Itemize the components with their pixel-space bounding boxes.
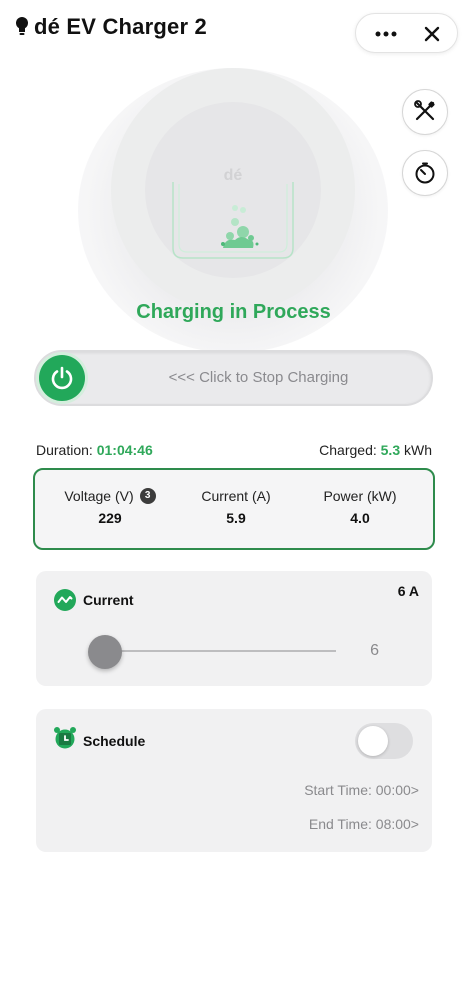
wrench-screwdriver-icon	[414, 100, 435, 121]
charged: Charged: 5.3 kWh	[319, 442, 432, 458]
charging-status: Charging in Process	[136, 301, 331, 323]
title-wrap: dé EV Charger 2	[14, 14, 207, 40]
stop-knob[interactable]	[39, 355, 85, 401]
schedule-toggle[interactable]	[355, 723, 413, 759]
voltage-label: Voltage (V)	[64, 488, 134, 504]
charged-unit: kWh	[404, 442, 432, 458]
current-slider-thumb[interactable]	[88, 635, 122, 669]
metric-label: Voltage (V) 3	[43, 488, 177, 504]
schedule-card: Schedule Start Time: 00:00> End Time: 08…	[36, 709, 432, 852]
close-button[interactable]	[412, 20, 452, 48]
phase-badge[interactable]: 3	[139, 488, 156, 504]
timer-button[interactable]	[402, 150, 448, 196]
stop-charging-slider[interactable]: <<< Click to Stop Charging	[34, 350, 433, 406]
duration-label: Duration:	[36, 442, 93, 458]
power-icon	[51, 366, 73, 390]
charger-illustration: dé	[172, 167, 294, 259]
tools-button[interactable]	[402, 89, 448, 135]
lightbulb-icon	[16, 17, 28, 35]
metric-current: Current (A) 5.9	[169, 488, 303, 526]
current-label: Current (A)	[201, 488, 271, 504]
power-value: 4.0	[350, 510, 370, 526]
charged-label: Charged:	[319, 442, 377, 458]
metric-voltage: Voltage (V) 3 229	[43, 488, 177, 526]
more-button[interactable]	[366, 20, 406, 48]
current-slider-track[interactable]	[106, 650, 336, 652]
current-card: Current 6 A 6	[36, 571, 432, 686]
metric-power: Power (kW) 4.0	[293, 488, 427, 526]
current-readout: 6 A	[397, 583, 419, 599]
end-time-row[interactable]: End Time: 08:00>	[309, 816, 419, 832]
start-time-row[interactable]: Start Time: 00:00>	[304, 782, 419, 798]
hero-logo: dé	[224, 167, 243, 184]
power-label: Power (kW)	[323, 488, 397, 504]
app-title: dé EV Charger 2	[34, 14, 207, 39]
timer-icon	[415, 162, 435, 184]
charged-value: 5.3	[380, 442, 401, 458]
header: dé EV Charger 2	[0, 0, 467, 60]
duration-value: 01:04:46	[96, 442, 153, 458]
current-value: 5.9	[226, 510, 246, 526]
current-title: Current	[83, 592, 134, 608]
voltage-value: 229	[98, 510, 122, 526]
metrics-panel: Voltage (V) 3 229 Current (A) 5.9 Power …	[33, 468, 435, 550]
schedule-title: Schedule	[83, 733, 146, 749]
alarm-clock-icon	[54, 727, 76, 749]
toggle-knob	[358, 726, 388, 756]
stop-charging-label: <<< Click to Stop Charging	[168, 369, 349, 386]
duration: Duration: 01:04:46	[36, 442, 153, 458]
current-wave-icon	[54, 589, 76, 611]
current-slider-value: 6	[370, 642, 379, 659]
mini-program-capsule	[355, 13, 458, 53]
close-icon	[424, 26, 440, 42]
ellipsis-icon	[375, 31, 397, 37]
